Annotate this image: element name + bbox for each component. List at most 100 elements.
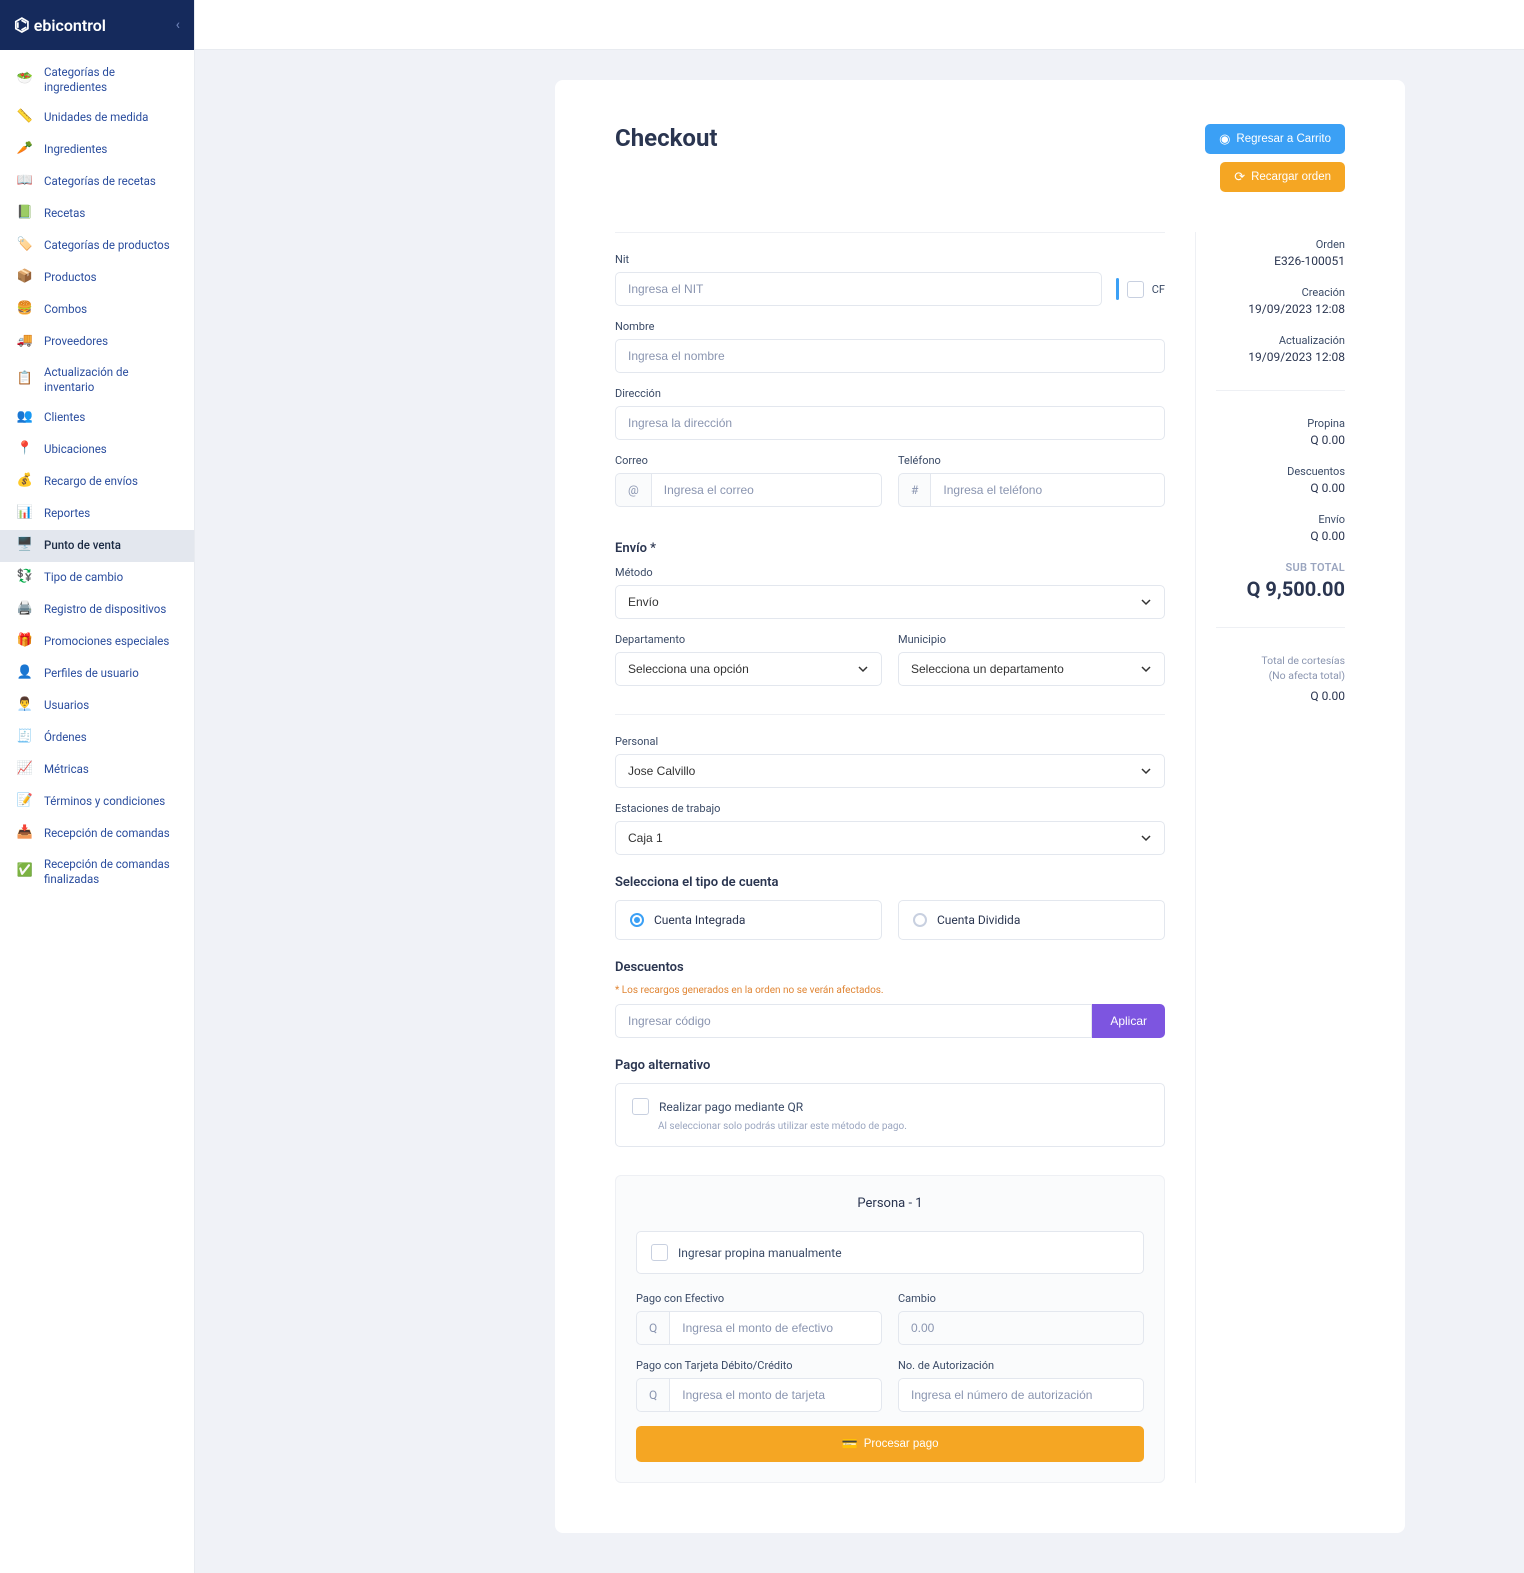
sidebar-item-1[interactable]: 📏 Unidades de medida <box>0 102 194 134</box>
sidebar-item-10[interactable]: 👥Clientes <box>0 402 194 434</box>
nombre-input[interactable] <box>615 339 1165 373</box>
sidebar-item-5[interactable]: 🏷️Categorías de productos <box>0 230 194 262</box>
summary-column: Orden E326-100051 Creación 19/09/2023 12… <box>1195 232 1345 1483</box>
metodo-select[interactable]: Envío <box>615 585 1165 619</box>
departamento-select[interactable]: Selecciona una opción <box>615 652 882 686</box>
efectivo-input[interactable] <box>669 1311 882 1345</box>
nit-input[interactable] <box>615 272 1102 306</box>
sidebar-item-22[interactable]: 📝Términos y condiciones <box>0 786 194 818</box>
nav-icon: 📥 <box>16 825 34 843</box>
sidebar-item-label: Recargo de envíos <box>44 474 138 489</box>
cf-checkbox[interactable] <box>1127 281 1144 298</box>
cortesias-value: Q 0.00 <box>1216 689 1345 703</box>
sidebar-item-label: Órdenes <box>44 730 87 745</box>
subtotal-value: Q 9,500.00 <box>1216 577 1345 601</box>
sidebar-item-label: Promociones especiales <box>44 634 169 649</box>
cf-label: CF <box>1152 283 1165 296</box>
sidebar-item-4[interactable]: 📗Recetas <box>0 198 194 230</box>
sidebar-item-0[interactable]: 🥗Categorías de ingredientes <box>0 58 194 102</box>
nav-icon: 📋 <box>16 371 34 389</box>
nav-icon: 🏷️ <box>16 237 34 255</box>
sidebar-item-13[interactable]: 📊 Reportes <box>0 498 194 530</box>
nit-label: Nit <box>615 253 1165 266</box>
sidebar-item-8[interactable]: 🚚Proveedores <box>0 326 194 358</box>
sidebar-item-9[interactable]: 📋 Actualización de inventario <box>0 358 194 402</box>
qr-pay-label: Realizar pago mediante QR <box>659 1100 803 1114</box>
sidebar-item-19[interactable]: 👨‍💼Usuarios <box>0 690 194 722</box>
sidebar-item-label: Recepción de comandas <box>44 826 170 841</box>
subtotal-label: SUB TOTAL <box>1216 561 1345 574</box>
credit-card-icon: 💳 <box>842 1436 858 1452</box>
cuenta-dividida-radio[interactable]: Cuenta Dividida <box>898 900 1165 940</box>
sidebar-item-label: Unidades de medida <box>44 110 148 125</box>
sidebar-item-label: Punto de venta <box>44 538 121 553</box>
descuentos-section-title: Descuentos <box>615 960 1165 975</box>
nav-icon: 🥕 <box>16 141 34 159</box>
nav-icon: 📊 <box>16 505 34 523</box>
orden-value: E326-100051 <box>1216 254 1345 268</box>
nav-icon: 📖 <box>16 173 34 191</box>
correo-label: Correo <box>615 454 882 467</box>
discount-code-input[interactable] <box>615 1004 1092 1038</box>
correo-input[interactable] <box>651 473 882 507</box>
manual-tip-checkbox[interactable] <box>651 1244 668 1261</box>
qr-pay-checkbox[interactable] <box>632 1098 649 1115</box>
sidebar-item-17[interactable]: 🎁Promociones especiales <box>0 626 194 658</box>
descuentos-summary-value: Q 0.00 <box>1216 481 1345 495</box>
personal-label: Personal <box>615 735 1165 748</box>
reload-order-button[interactable]: ⟳ Recargar orden <box>1220 162 1345 192</box>
sidebar-item-20[interactable]: 🧾Órdenes <box>0 722 194 754</box>
hash-icon: # <box>898 473 930 507</box>
sidebar-item-14[interactable]: 🖥️Punto de venta <box>0 530 194 562</box>
sidebar-item-7[interactable]: 🍔Combos <box>0 294 194 326</box>
sidebar-item-16[interactable]: 🖨️Registro de dispositivos <box>0 594 194 626</box>
refresh-icon: ⟳ <box>1234 169 1245 185</box>
radio-unchecked-icon <box>913 913 927 927</box>
sidebar-item-15[interactable]: 💱 Tipo de cambio <box>0 562 194 594</box>
nav-icon: 🥗 <box>16 71 34 89</box>
apply-discount-button[interactable]: Aplicar <box>1092 1004 1165 1038</box>
telefono-input[interactable] <box>930 473 1165 507</box>
municipio-select[interactable]: Selecciona un departamento <box>898 652 1165 686</box>
sidebar-item-18[interactable]: 👤Perfiles de usuario <box>0 658 194 690</box>
tarjeta-input[interactable] <box>669 1378 882 1412</box>
nav-icon: 💱 <box>16 569 34 587</box>
sidebar-item-label: Tipo de cambio <box>44 570 123 585</box>
sidebar-item-23[interactable]: 📥 Recepción de comandas <box>0 818 194 850</box>
sidebar-item-label: Categorías de recetas <box>44 174 156 189</box>
divider <box>615 714 1165 715</box>
sidebar-item-label: Recepción de comandas finalizadas <box>44 857 178 887</box>
sidebar: ebicontrol ‹ 🥗Categorías de ingredientes… <box>0 0 195 1573</box>
cambio-label: Cambio <box>898 1292 1144 1305</box>
form-column: Nit CF Nombre <box>615 232 1165 1483</box>
sidebar-collapse-chevron-icon[interactable]: ‹ <box>176 17 180 33</box>
sidebar-item-label: Ubicaciones <box>44 442 107 457</box>
metodo-label: Método <box>615 566 1165 579</box>
quetzal-icon: Q <box>636 1378 669 1412</box>
process-payment-button[interactable]: 💳 Procesar pago <box>636 1426 1144 1462</box>
sidebar-item-label: Términos y condiciones <box>44 794 165 809</box>
envio-summary-label: Envío <box>1216 513 1345 526</box>
sidebar-item-11[interactable]: 📍Ubicaciones <box>0 434 194 466</box>
sidebar-item-label: Reportes <box>44 506 90 521</box>
back-to-cart-button[interactable]: ◉ Regresar a Carrito <box>1205 124 1345 154</box>
estaciones-select[interactable]: Caja 1 <box>615 821 1165 855</box>
sidebar-item-21[interactable]: 📈Métricas <box>0 754 194 786</box>
sidebar-item-12[interactable]: 💰Recargo de envíos <box>0 466 194 498</box>
sidebar-item-24[interactable]: ✅Recepción de comandas finalizadas <box>0 850 194 894</box>
sidebar-item-3[interactable]: 📖 Categorías de recetas <box>0 166 194 198</box>
departamento-label: Departamento <box>615 633 882 646</box>
sidebar-item-label: Métricas <box>44 762 89 777</box>
auth-input[interactable] <box>898 1378 1144 1412</box>
sidebar-item-2[interactable]: 🥕Ingredientes <box>0 134 194 166</box>
divider <box>1216 390 1345 391</box>
sidebar-item-label: Actualización de inventario <box>44 365 178 395</box>
logo: ebicontrol <box>14 15 106 36</box>
nav-icon: 📏 <box>16 109 34 127</box>
sidebar-item-6[interactable]: 📦Productos <box>0 262 194 294</box>
nav-icon: 📦 <box>16 269 34 287</box>
direccion-input[interactable] <box>615 406 1165 440</box>
nav-icon: 👥 <box>16 409 34 427</box>
cuenta-integrada-radio[interactable]: Cuenta Integrada <box>615 900 882 940</box>
personal-select[interactable]: Jose Calvillo <box>615 754 1165 788</box>
